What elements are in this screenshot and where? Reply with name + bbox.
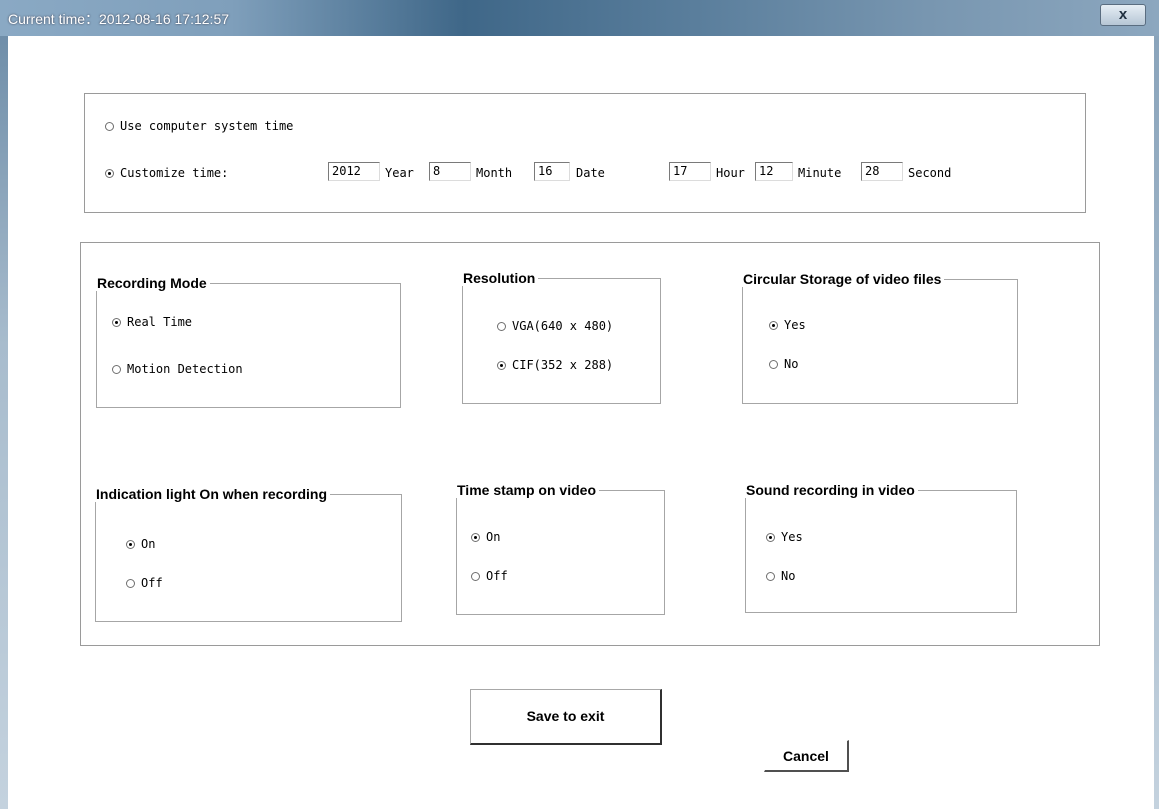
minute-input[interactable]: 12 — [755, 162, 793, 181]
close-icon: x — [1118, 6, 1128, 23]
month-input[interactable]: 8 — [429, 162, 471, 181]
save-to-exit-button[interactable]: Save to exit — [470, 689, 662, 745]
sound-yes-label: Yes — [781, 530, 803, 544]
radio-icon — [126, 578, 135, 588]
indication-off-label: Off — [141, 576, 163, 590]
date-input[interactable]: 16 — [534, 162, 570, 181]
cancel-button[interactable]: Cancel — [764, 740, 849, 772]
indication-on-label: On — [141, 537, 156, 551]
time-stamp-group: Time stamp on video On Off — [454, 482, 665, 615]
window-frame-right — [1154, 36, 1159, 809]
date-label: Date — [576, 166, 605, 180]
customize-time-label: Customize time: — [120, 166, 229, 180]
use-system-time-label: Use computer system time — [120, 119, 294, 133]
timestamp-off-radio[interactable]: Off — [471, 569, 508, 583]
cancel-label: Cancel — [783, 748, 829, 764]
sound-recording-title: Sound recording in video — [743, 482, 918, 498]
save-to-exit-label: Save to exit — [526, 708, 605, 724]
radio-selected-icon — [766, 532, 775, 542]
indication-off-radio[interactable]: Off — [126, 576, 163, 590]
cif-label: CIF(352 x 288) — [512, 358, 614, 372]
time-settings-panel — [84, 93, 1086, 213]
circular-storage-group: Circular Storage of video files Yes No — [740, 271, 1018, 404]
radio-selected-icon — [112, 317, 121, 327]
timestamp-off-label: Off — [486, 569, 508, 583]
motion-detection-radio[interactable]: Motion Detection — [112, 362, 243, 376]
vga-label: VGA(640 x 480) — [512, 319, 614, 333]
motion-detection-label: Motion Detection — [127, 362, 243, 376]
radio-selected-icon — [497, 360, 506, 370]
title-bar: Current time：2012-08-16 17:12:57 x — [0, 0, 1159, 36]
real-time-radio[interactable]: Real Time — [112, 315, 192, 329]
sound-no-radio[interactable]: No — [766, 569, 795, 583]
radio-selected-icon — [105, 168, 114, 178]
indication-on-radio[interactable]: On — [126, 537, 155, 551]
second-input[interactable]: 28 — [861, 162, 903, 181]
recording-mode-title: Recording Mode — [94, 275, 210, 291]
radio-icon — [105, 121, 114, 131]
resolution-group: Resolution VGA(640 x 480) CIF(352 x 288) — [460, 270, 661, 404]
circular-yes-radio[interactable]: Yes — [769, 318, 806, 332]
second-label: Second — [908, 166, 952, 180]
use-system-time-radio[interactable]: Use computer system time — [105, 119, 293, 133]
vga-radio[interactable]: VGA(640 x 480) — [497, 319, 613, 333]
circular-yes-label: Yes — [784, 318, 806, 332]
radio-selected-icon — [471, 532, 480, 542]
resolution-title: Resolution — [460, 270, 539, 286]
cif-radio[interactable]: CIF(352 x 288) — [497, 358, 613, 372]
time-stamp-title: Time stamp on video — [454, 482, 599, 498]
real-time-label: Real Time — [127, 315, 193, 329]
radio-icon — [766, 571, 775, 581]
radio-icon — [471, 571, 480, 581]
hour-label: Hour — [716, 166, 745, 180]
sound-yes-radio[interactable]: Yes — [766, 530, 803, 544]
window-title: Current time：2012-08-16 17:12:57 — [8, 11, 230, 27]
radio-icon — [112, 364, 121, 374]
radio-selected-icon — [769, 320, 778, 330]
timestamp-on-label: On — [486, 530, 501, 544]
sound-no-label: No — [781, 569, 796, 583]
radio-icon — [497, 321, 506, 331]
circular-no-label: No — [784, 357, 799, 371]
customize-time-radio[interactable]: Customize time: — [105, 166, 228, 180]
hour-input[interactable]: 17 — [669, 162, 711, 181]
month-label: Month — [476, 166, 513, 180]
recording-mode-group: Recording Mode Real Time Motion Detectio… — [94, 275, 401, 408]
radio-icon — [769, 359, 778, 369]
minute-label: Minute — [798, 166, 842, 180]
window-frame-left — [0, 36, 8, 809]
close-button[interactable]: x — [1100, 4, 1146, 26]
circular-no-radio[interactable]: No — [769, 357, 798, 371]
year-label: Year — [385, 166, 414, 180]
indication-light-group: Indication light On when recording On Of… — [93, 486, 402, 622]
sound-recording-group: Sound recording in video Yes No — [743, 482, 1017, 613]
indication-light-title: Indication light On when recording — [93, 486, 330, 502]
radio-selected-icon — [126, 539, 135, 549]
timestamp-on-radio[interactable]: On — [471, 530, 500, 544]
circular-storage-title: Circular Storage of video files — [740, 271, 945, 287]
year-input[interactable]: 2012 — [328, 162, 380, 181]
